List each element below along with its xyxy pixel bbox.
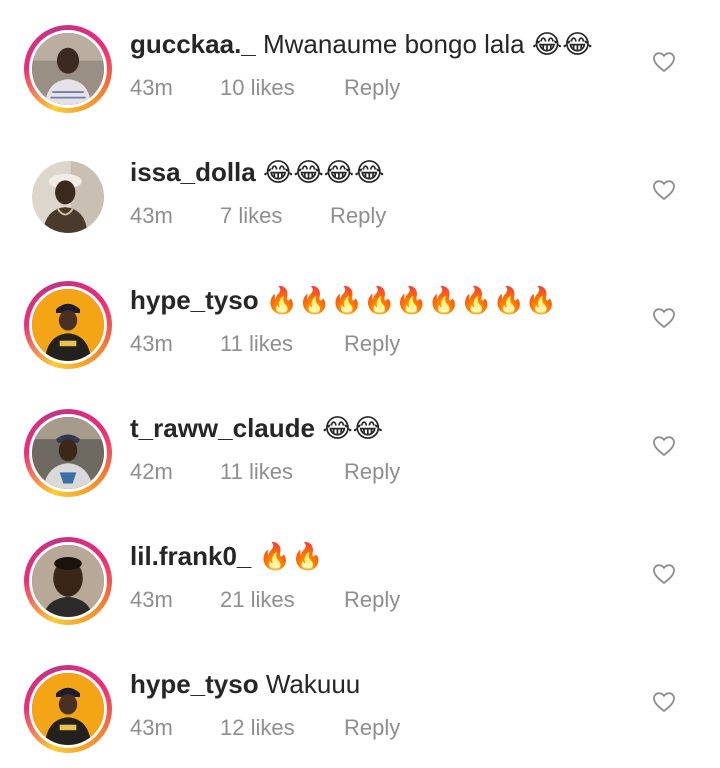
comment-body: 🔥🔥 [258,541,324,571]
story-ring[interactable] [24,665,112,753]
comment-time: 43m [130,715,173,740]
avatar[interactable] [32,161,104,233]
comment-body: 😂😂 [322,413,383,443]
heart-outline-icon[interactable] [652,690,676,714]
reply-button[interactable]: Reply [344,714,400,742]
avatar[interactable] [29,414,107,492]
avatar[interactable] [29,542,107,620]
comment-body: Wakuuu [265,669,361,699]
comment-username[interactable]: issa_dolla [130,157,256,187]
comment-text: hype_tyso 🔥🔥🔥🔥🔥🔥🔥🔥🔥 [130,284,557,316]
avatar-photo [32,289,104,361]
comment-username[interactable]: lil.frank0_ [130,541,251,571]
comment-username[interactable]: gucckaa._ [130,29,256,59]
story-ring[interactable] [24,409,112,497]
comment-username[interactable]: hype_tyso [130,669,259,699]
story-ring[interactable] [24,537,112,625]
comment-item: issa_dolla 😂😂😂😂 43m 7 likes Reply [0,128,720,256]
avatar-photo [32,545,104,617]
comment-time: 43m [130,587,173,612]
reply-button[interactable]: Reply [344,330,400,358]
comment-likes[interactable]: 11 likes [220,330,344,358]
comment-text: lil.frank0_ 🔥🔥 [130,540,323,572]
comment-text: gucckaa._ Mwanaume bongo lala 😂😂 [130,28,593,60]
comment-time: 43m [130,331,173,356]
comment-text: t_raww_claude 😂😂 [130,412,383,444]
comment-text: hype_tyso Wakuuu [130,668,360,700]
reply-button[interactable]: Reply [344,458,400,486]
story-ring[interactable] [24,153,112,241]
avatar[interactable] [29,286,107,364]
comment-likes[interactable]: 21 likes [220,586,344,614]
avatar[interactable] [29,670,107,748]
comment-likes[interactable]: 11 likes [220,458,344,486]
comment-body: 😂😂😂😂 [262,157,385,187]
story-ring[interactable] [24,25,112,113]
heart-outline-icon[interactable] [652,434,676,458]
comment-time: 43m [130,203,173,228]
comment-meta: 43m 12 likes Reply [130,714,400,742]
comment-item: hype_tyso 🔥🔥🔥🔥🔥🔥🔥🔥🔥 43m 11 likes Reply [0,256,720,384]
comment-likes[interactable]: 12 likes [220,714,344,742]
heart-outline-icon[interactable] [652,306,676,330]
comment-item: lil.frank0_ 🔥🔥 43m 21 likes Reply [0,512,720,640]
reply-button[interactable]: Reply [330,202,386,230]
comment-list: gucckaa._ Mwanaume bongo lala 😂😂 43m 10 l… [0,0,720,758]
heart-outline-icon[interactable] [652,178,676,202]
comment-username[interactable]: t_raww_claude [130,413,315,443]
comment-meta: 43m 11 likes Reply [130,330,400,358]
comment-time: 42m [130,459,173,484]
reply-button[interactable]: Reply [344,74,400,102]
comment-item: hype_tyso Wakuuu 43m 12 likes Reply [0,640,720,768]
comment-text: issa_dolla 😂😂😂😂 [130,156,385,188]
avatar-photo [32,673,104,745]
avatar[interactable] [29,30,107,108]
comment-meta: 43m 7 likes Reply [130,202,386,230]
comment-meta: 42m 11 likes Reply [130,458,400,486]
comment-meta: 43m 10 likes Reply [130,74,400,102]
avatar-photo [32,161,104,233]
story-ring[interactable] [24,281,112,369]
heart-outline-icon[interactable] [652,50,676,74]
heart-outline-icon[interactable] [652,562,676,586]
avatar-photo [32,417,104,489]
comment-username[interactable]: hype_tyso [130,285,259,315]
comment-meta: 43m 21 likes Reply [130,586,400,614]
reply-button[interactable]: Reply [344,586,400,614]
comment-item: t_raww_claude 😂😂 42m 11 likes Reply [0,384,720,512]
comment-body: Mwanaume bongo lala 😂😂 [262,29,593,59]
comment-item: gucckaa._ Mwanaume bongo lala 😂😂 43m 10 l… [0,0,720,128]
comment-likes[interactable]: 10 likes [220,74,344,102]
comment-time: 43m [130,75,173,100]
comment-likes[interactable]: 7 likes [220,202,330,230]
comment-body: 🔥🔥🔥🔥🔥🔥🔥🔥🔥 [265,285,558,315]
avatar-photo [32,33,104,105]
